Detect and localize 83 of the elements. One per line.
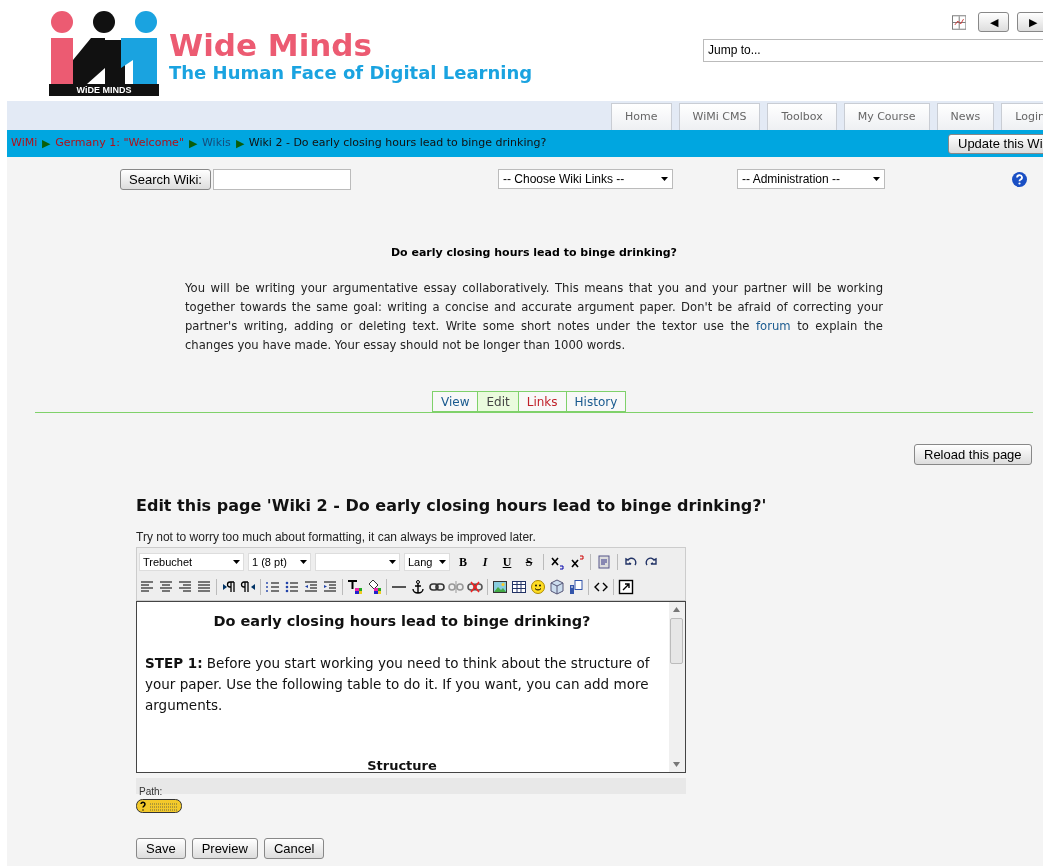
breadcrumb-separator: ▶ xyxy=(235,136,244,152)
breadcrumb-current: Wiki 2 - Do early closing hours lead to binge drinking? xyxy=(248,135,547,152)
next-button[interactable]: ▶ xyxy=(1017,12,1043,32)
update-wiki-button[interactable]: Update this Wi xyxy=(948,134,1043,154)
breadcrumb-separator: ▶ xyxy=(42,136,51,152)
indent-icon[interactable] xyxy=(322,579,338,595)
wiki-tab[interactable]: Links xyxy=(517,391,567,412)
image-icon[interactable] xyxy=(492,579,508,595)
right-to-left-icon[interactable] xyxy=(240,579,256,595)
breadcrumb-separator: ▶ xyxy=(188,136,197,152)
save-button[interactable]: Save xyxy=(136,838,186,859)
search-field[interactable] xyxy=(212,169,351,190)
scroll-down-icon[interactable] xyxy=(673,762,680,767)
search-button[interactable]: Search Wiki: xyxy=(120,169,211,190)
wiki-links-select[interactable]: -- Choose Wiki Links -- xyxy=(498,169,673,189)
dropdown-arrow-icon xyxy=(233,560,240,564)
select-value: Lang xyxy=(408,554,433,570)
path-label: Path: xyxy=(139,786,163,797)
dropdown-arrow-icon xyxy=(873,177,880,181)
cancel-button[interactable]: Cancel xyxy=(263,838,325,859)
anchor-icon[interactable] xyxy=(410,579,426,595)
intro-title: Do early closing hours lead to binge drinking? xyxy=(389,245,678,261)
preview-button[interactable]: Preview xyxy=(191,838,258,859)
numbered-list-icon[interactable] xyxy=(265,579,281,595)
no-link-icon[interactable] xyxy=(467,579,483,595)
site-subtitle: The Human Face of Digital Learning xyxy=(169,62,533,84)
cube-icon[interactable] xyxy=(549,579,565,595)
wiki-tab[interactable]: Edit xyxy=(477,391,519,412)
help-icon[interactable] xyxy=(1012,172,1027,187)
editor-heading: Do early closing hours lead to binge drinking? xyxy=(212,612,592,631)
edit-hint: Try not to worry too much about formatting, it can always be improved later. xyxy=(136,529,536,546)
scroll-up-icon[interactable] xyxy=(673,607,680,612)
fullscreen-icon[interactable] xyxy=(618,579,634,595)
scroll-thumb[interactable] xyxy=(670,618,683,664)
forum-link[interactable]: forum xyxy=(756,319,791,333)
site-title: Wide Minds xyxy=(169,28,372,62)
left-to-right-icon[interactable] xyxy=(221,579,237,595)
scrollbar[interactable] xyxy=(669,602,685,772)
dropdown-arrow-icon xyxy=(300,560,307,564)
nav-tab[interactable]: My Course xyxy=(843,103,930,130)
table-icon[interactable] xyxy=(511,579,527,595)
edit-heading: Edit this page 'Wiki 2 - Do early closing hours lead to binge drinking?' xyxy=(136,495,767,517)
wiki-tab[interactable]: View xyxy=(432,391,479,412)
reload-button[interactable]: Reload this page xyxy=(914,444,1032,465)
logo-text: WiDE MINDS xyxy=(49,84,159,96)
select-value: -- Choose Wiki Links -- xyxy=(503,171,625,188)
help-badge-icon[interactable] xyxy=(136,799,182,813)
nav-tab[interactable]: News xyxy=(936,103,995,130)
bold-button[interactable]: B xyxy=(454,553,472,571)
smiley-icon[interactable] xyxy=(530,579,546,595)
grid-icon[interactable] xyxy=(952,14,967,30)
editor-paragraph: STEP 1: Before you start working you need to think about the structure of your paper. Use the following table to do it. If you want, you can add more arguments. xyxy=(145,653,651,715)
select-value: -- Administration -- xyxy=(742,171,841,188)
bullet-list-icon[interactable] xyxy=(284,579,300,595)
previous-button[interactable]: ◀ xyxy=(978,12,1010,32)
fill-color-icon[interactable] xyxy=(366,579,382,595)
align-left-icon[interactable] xyxy=(139,579,155,595)
strikethrough-button[interactable]: S xyxy=(520,553,538,571)
toolbar-select[interactable]: 1 (8 pt) xyxy=(248,553,311,571)
dropdown-arrow-icon xyxy=(439,560,446,564)
editor-area[interactable] xyxy=(136,601,686,773)
outdent-icon[interactable] xyxy=(303,579,319,595)
align-center-icon[interactable] xyxy=(158,579,174,595)
toolbar-select[interactable]: Lang xyxy=(404,553,450,571)
italic-button[interactable]: I xyxy=(476,553,494,571)
wiki-tab[interactable]: History xyxy=(565,391,627,412)
superscript-icon[interactable] xyxy=(569,554,585,570)
administration-select[interactable]: -- Administration -- xyxy=(737,169,885,189)
dropdown-arrow-icon xyxy=(389,560,396,564)
select-value: 1 (8 pt) xyxy=(252,554,287,570)
intro-paragraph: You will be writing your argumentative essay collaboratively. This means that you and your partner will be working together towards the same goal: writing a concise and accurate argument paper. Don't be afraid of correcting your partner's writing, adding or deleting text. Write some short notes under the textor use the forum to explain the changes you have made. Your essay should not be longer than 1000 words. xyxy=(185,280,883,354)
toolbar-select[interactable]: Trebuchet xyxy=(139,553,244,571)
nav-tab[interactable]: Toolbox xyxy=(767,103,837,130)
underline-button[interactable]: U xyxy=(498,553,516,571)
text-color-icon[interactable] xyxy=(347,579,363,595)
nav-tab[interactable]: Home xyxy=(611,103,672,130)
dropdown-arrow-icon xyxy=(661,177,668,181)
align-right-icon[interactable] xyxy=(177,579,193,595)
nav-tab[interactable]: WiMi CMS xyxy=(678,103,761,130)
justify-icon[interactable] xyxy=(196,579,212,595)
jump-to-select[interactable]: Jump to... xyxy=(703,39,1043,62)
editor-subheading: Structure xyxy=(366,756,438,772)
select-value: Trebuchet xyxy=(143,554,193,570)
